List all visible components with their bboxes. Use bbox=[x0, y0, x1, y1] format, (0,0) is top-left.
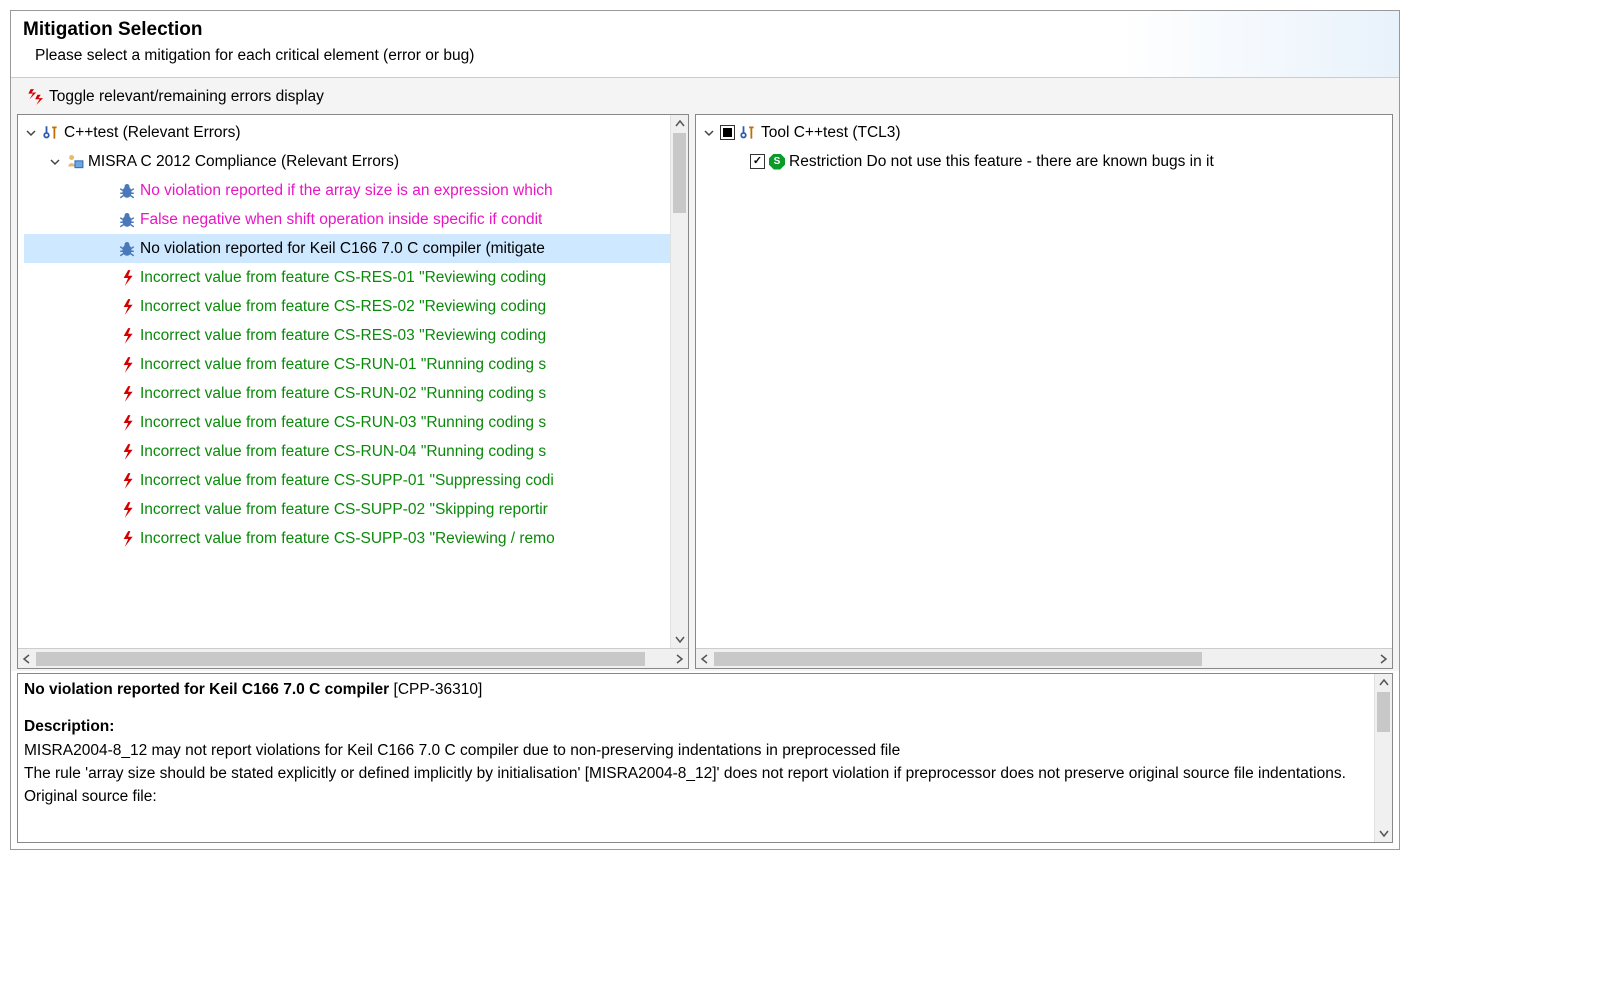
mitigation-selection-window: Mitigation Selection Please select a mit… bbox=[10, 10, 1400, 850]
errors-tree-pane: C++test (Relevant Errors)MISRA C 2012 Co… bbox=[17, 114, 689, 669]
details-pane: No violation reported for Keil C166 7.0 … bbox=[17, 673, 1393, 843]
tree-item[interactable]: No violation reported for Keil C166 7.0 … bbox=[24, 234, 688, 263]
error-bolt-icon bbox=[118, 443, 136, 461]
panels-row: C++test (Relevant Errors)MISRA C 2012 Co… bbox=[11, 114, 1399, 671]
tree-item-label: Incorrect value from feature CS-RUN-04 "… bbox=[140, 437, 546, 466]
tree-node-root[interactable]: C++test (Relevant Errors) bbox=[24, 118, 688, 147]
tree-label: Tool C++test (TCL3) bbox=[761, 118, 901, 147]
tree-item-label: False negative when shift operation insi… bbox=[140, 205, 542, 234]
tree-item-label: Incorrect value from feature CS-SUPP-01 … bbox=[140, 466, 554, 495]
chevron-down-icon[interactable] bbox=[48, 155, 62, 169]
tree-item[interactable]: Incorrect value from feature CS-SUPP-01 … bbox=[24, 466, 688, 495]
person-folder-icon bbox=[66, 153, 84, 171]
tree-item-label: Incorrect value from feature CS-RES-02 "… bbox=[140, 292, 546, 321]
tree-item[interactable]: Incorrect value from feature CS-RUN-03 "… bbox=[24, 408, 688, 437]
tree-item[interactable]: Incorrect value from feature CS-RUN-02 "… bbox=[24, 379, 688, 408]
bug-icon bbox=[118, 211, 136, 229]
tree-node-tool[interactable]: Tool C++test (TCL3) bbox=[702, 118, 1392, 147]
tree-item[interactable]: Incorrect value from feature CS-RES-03 "… bbox=[24, 321, 688, 350]
left-vscrollbar[interactable] bbox=[670, 115, 688, 648]
tools-icon bbox=[739, 124, 757, 142]
error-toggle-icon[interactable] bbox=[25, 88, 43, 106]
restriction-badge-icon: S bbox=[769, 154, 785, 170]
tree-item-label: Incorrect value from feature CS-RES-03 "… bbox=[140, 321, 546, 350]
tree-item[interactable]: Incorrect value from feature CS-SUPP-03 … bbox=[24, 524, 688, 553]
left-hscrollbar[interactable] bbox=[18, 648, 688, 668]
tree-item-label: Incorrect value from feature CS-RES-01 "… bbox=[140, 263, 546, 292]
tree-item[interactable]: No violation reported if the array size … bbox=[24, 176, 688, 205]
details-title: No violation reported for Keil C166 7.0 … bbox=[24, 678, 1372, 701]
scroll-thumb[interactable] bbox=[714, 652, 1202, 666]
right-hscrollbar[interactable] bbox=[696, 648, 1392, 668]
toggle-errors-label[interactable]: Toggle relevant/remaining errors display bbox=[49, 88, 324, 106]
tree-item[interactable]: Incorrect value from feature CS-RUN-04 "… bbox=[24, 437, 688, 466]
scroll-right-icon[interactable] bbox=[670, 650, 688, 668]
tree-item[interactable]: Incorrect value from feature CS-RUN-01 "… bbox=[24, 350, 688, 379]
tree-item-label: Incorrect value from feature CS-RUN-02 "… bbox=[140, 379, 546, 408]
scroll-thumb[interactable] bbox=[36, 652, 645, 666]
tree-label: MISRA C 2012 Compliance (Relevant Errors… bbox=[88, 147, 399, 176]
error-bolt-icon bbox=[118, 356, 136, 374]
page-subtitle: Please select a mitigation for each crit… bbox=[23, 47, 1387, 65]
tree-item[interactable]: Incorrect value from feature CS-SUPP-02 … bbox=[24, 495, 688, 524]
bug-icon bbox=[118, 182, 136, 200]
error-bolt-icon bbox=[118, 414, 136, 432]
error-bolt-icon bbox=[118, 269, 136, 287]
tree-node-restriction[interactable]: S Restriction Do not use this feature - … bbox=[702, 147, 1392, 176]
scroll-thumb[interactable] bbox=[673, 133, 686, 213]
scroll-left-icon[interactable] bbox=[696, 650, 714, 668]
tree-item[interactable]: Incorrect value from feature CS-RES-01 "… bbox=[24, 263, 688, 292]
description-line: The rule 'array size should be stated ex… bbox=[24, 762, 1372, 785]
chevron-down-icon[interactable] bbox=[702, 126, 716, 140]
description-line: Original source file: bbox=[24, 785, 1372, 808]
tree-item-label: Incorrect value from feature CS-RUN-01 "… bbox=[140, 350, 546, 379]
scroll-thumb[interactable] bbox=[1377, 692, 1390, 732]
scroll-right-icon[interactable] bbox=[1374, 650, 1392, 668]
description-label: Description: bbox=[24, 718, 114, 735]
bug-icon bbox=[118, 240, 136, 258]
tree-item-label: Incorrect value from feature CS-SUPP-02 … bbox=[140, 495, 548, 524]
tree-item[interactable]: False negative when shift operation insi… bbox=[24, 205, 688, 234]
scroll-up-icon[interactable] bbox=[671, 115, 688, 133]
checkbox-checked[interactable] bbox=[750, 154, 765, 169]
tree-item[interactable]: Incorrect value from feature CS-RES-02 "… bbox=[24, 292, 688, 321]
dialog-header: Mitigation Selection Please select a mit… bbox=[11, 11, 1399, 78]
scroll-down-icon[interactable] bbox=[1375, 824, 1392, 842]
errors-tree[interactable]: C++test (Relevant Errors)MISRA C 2012 Co… bbox=[18, 115, 688, 648]
scroll-up-icon[interactable] bbox=[1375, 674, 1392, 692]
description-line: MISRA2004-8_12 may not report violations… bbox=[24, 739, 1372, 762]
error-bolt-icon bbox=[118, 501, 136, 519]
chevron-down-icon[interactable] bbox=[24, 126, 38, 140]
toolbar: Toggle relevant/remaining errors display bbox=[11, 78, 1399, 114]
scroll-left-icon[interactable] bbox=[18, 650, 36, 668]
tree-label: C++test (Relevant Errors) bbox=[64, 118, 241, 147]
details-title-bold: No violation reported for Keil C166 7.0 … bbox=[24, 681, 389, 698]
error-bolt-icon bbox=[118, 472, 136, 490]
tristate-checkbox[interactable] bbox=[720, 125, 735, 140]
tree-item-label: Incorrect value from feature CS-SUPP-03 … bbox=[140, 524, 555, 553]
error-bolt-icon bbox=[118, 530, 136, 548]
tree-node-group[interactable]: MISRA C 2012 Compliance (Relevant Errors… bbox=[24, 147, 688, 176]
scroll-down-icon[interactable] bbox=[671, 630, 688, 648]
error-bolt-icon bbox=[118, 327, 136, 345]
error-bolt-icon bbox=[118, 385, 136, 403]
tree-item-label: No violation reported for Keil C166 7.0 … bbox=[140, 234, 545, 263]
mitigations-tree-pane: Tool C++test (TCL3) S Restriction Do not… bbox=[695, 114, 1393, 669]
tree-item-label: Incorrect value from feature CS-RUN-03 "… bbox=[140, 408, 546, 437]
tools-icon bbox=[42, 124, 60, 142]
tree-label: Restriction Do not use this feature - th… bbox=[789, 147, 1214, 176]
page-title: Mitigation Selection bbox=[23, 19, 1387, 41]
mitigations-tree[interactable]: Tool C++test (TCL3) S Restriction Do not… bbox=[696, 115, 1392, 648]
error-bolt-icon bbox=[118, 298, 136, 316]
details-title-code: [CPP-36310] bbox=[389, 681, 482, 698]
tree-item-label: No violation reported if the array size … bbox=[140, 176, 553, 205]
details-vscrollbar[interactable] bbox=[1374, 674, 1392, 842]
